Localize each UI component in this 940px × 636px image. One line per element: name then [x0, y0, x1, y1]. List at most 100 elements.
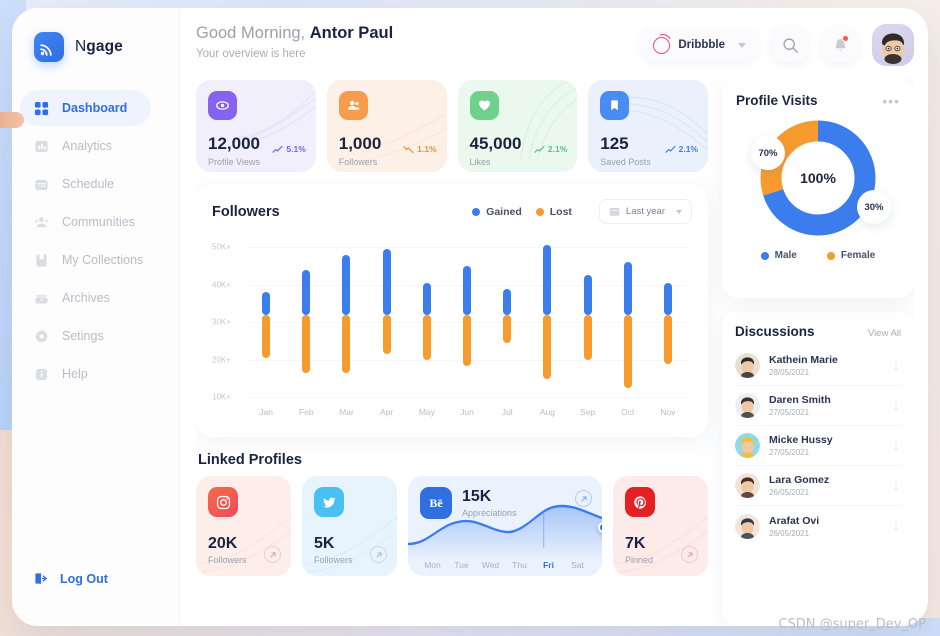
bar-group[interactable] [608, 236, 648, 405]
view-all-link[interactable]: View All [868, 328, 901, 339]
chart-header: Followers Gained Lost Last year [212, 199, 692, 224]
bar-group[interactable] [487, 236, 527, 405]
bar-lost [463, 314, 472, 366]
legend-dot [826, 251, 835, 260]
discussions-list: Kathein Marie 28/05/2021 ⋮ Daren Smith 27/05… [735, 346, 901, 546]
bar-group[interactable] [326, 236, 366, 405]
bookmark-icon-box [600, 91, 630, 120]
x-axis-tick: Mar [339, 407, 354, 417]
behance-day-label: Tue [454, 560, 469, 570]
stat-card-likes[interactable]: 45,000 Likes 2.1% [457, 80, 578, 172]
stat-cards: 12,000 Profile Views 5.1% 1,000 Follower… [196, 80, 708, 172]
more-options-button[interactable]: ⋮ [891, 400, 901, 411]
search-button[interactable] [772, 27, 808, 63]
more-options-button[interactable]: ••• [882, 94, 900, 108]
open-link-button[interactable] [681, 546, 698, 563]
bar-lost [543, 314, 552, 379]
bar-group[interactable] [246, 236, 286, 405]
sidebar-item-archives[interactable]: Archives [12, 280, 165, 316]
sidebar-item-dashboard[interactable]: Dashboard [20, 90, 151, 126]
legend-dot [535, 207, 544, 216]
sidebar-item-schedule[interactable]: Schedule [12, 166, 165, 202]
people-icon [34, 216, 49, 227]
profile-visits-legend: Male Female [736, 250, 900, 261]
date-range-select[interactable]: Last year [598, 199, 692, 224]
stat-card-followers[interactable]: 1,000 Followers 1.1% [326, 80, 447, 172]
open-link-button[interactable] [264, 546, 281, 563]
sidebar-item-label: Dashboard [62, 101, 128, 115]
linked-profile-instagram[interactable]: 20K Followers [196, 476, 291, 576]
list-item-text: Daren Smith 27/05/2021 [769, 394, 831, 417]
more-options-button[interactable]: ⋮ [891, 440, 901, 451]
discussion-name: Arafat Ovi [769, 514, 820, 527]
legend-item-gained: Gained [472, 206, 522, 218]
avatar [735, 513, 760, 539]
user-avatar[interactable] [872, 24, 914, 66]
behance-header: Bē 15K Appreciations [420, 487, 590, 519]
instagram-icon-box [208, 487, 238, 517]
notifications-button[interactable] [822, 27, 858, 63]
bar-lost [382, 314, 391, 355]
bar-gained [623, 262, 632, 315]
donut-chart: 100% 70% 30% [749, 114, 891, 242]
stat-change-value: 2.1% [547, 144, 568, 154]
linked-profile-twitter[interactable]: 5K Followers [302, 476, 397, 576]
sidebar-item-communities[interactable]: Communities [12, 204, 165, 240]
x-axis-tick: Oct [621, 407, 635, 417]
logout-button[interactable]: Log Out [12, 571, 179, 586]
brand-name: Ngage [75, 38, 123, 56]
sidebar-item-label: Setings [62, 329, 104, 343]
more-options-button[interactable]: ⋮ [891, 521, 901, 531]
avatar [735, 393, 760, 418]
list-item[interactable]: Kathein Marie 28/05/2021 ⋮ [735, 346, 901, 386]
linked-profiles-row: 20K Followers 5K Followers Bē 15K Apprec… [196, 476, 708, 576]
source-select-label: Dribbble [678, 39, 725, 51]
bar-gained [463, 266, 472, 315]
open-link-button[interactable] [370, 546, 387, 563]
bar-gained [382, 249, 391, 315]
list-item[interactable]: Micke Hussy 27/05/2021 ⋮ [735, 426, 901, 466]
sidebar-item-label: My Collections [62, 253, 144, 267]
bar-gained [262, 292, 271, 315]
topbar-actions: Dribbble [641, 24, 914, 66]
bar-group[interactable] [407, 236, 447, 405]
stat-change-value: 2.1% [678, 144, 698, 154]
bar-group[interactable] [527, 236, 567, 405]
stat-card-profile-views[interactable]: 12,000 Profile Views 5.1% [196, 80, 316, 172]
more-options-button[interactable]: ⋮ [891, 360, 901, 371]
legend-item-female: Female [826, 250, 875, 261]
trend-down-icon [403, 145, 414, 153]
sidebar-item-label: Help [62, 367, 88, 381]
y-axis-tick: 50K+ [212, 242, 231, 252]
linked-profile-pinterest[interactable]: 7K Pinned [613, 476, 708, 576]
sidebar-item-settings[interactable]: Setings [12, 318, 165, 354]
bar-group[interactable] [648, 236, 688, 405]
source-select-dribbble[interactable]: Dribbble [641, 29, 758, 61]
bar-group[interactable] [367, 236, 407, 405]
stat-change: 2.1% [665, 144, 698, 154]
brand[interactable]: Ngage [12, 26, 179, 62]
open-link-button[interactable] [575, 490, 592, 507]
list-item[interactable]: Lara Gomez 26/05/2021 ⋮ [735, 466, 901, 506]
list-item[interactable]: Daren Smith 27/05/2021 ⋮ [735, 386, 901, 426]
stat-card-saved-posts[interactable]: 125 Saved Posts 2.1% [588, 80, 708, 172]
linked-profile-behance[interactable]: Bē 15K Appreciations Mon Tue Wed Thu Fri… [408, 476, 602, 576]
bar-group[interactable] [447, 236, 487, 405]
app-window: Ngage Dashboard Analytics Schedule Commu… [12, 8, 928, 626]
bookmark-icon [36, 253, 47, 267]
list-item[interactable]: Arafat Ovi 26/05/2021 ⋮ [735, 506, 901, 546]
linked-profiles-section: Linked Profiles 20K Followers 5K Followe… [196, 450, 708, 576]
bar-group[interactable] [286, 236, 326, 405]
sidebar-item-help[interactable]: Help [12, 356, 165, 392]
greeting-block: Good Morning, Antor Paul Your overview i… [196, 24, 393, 60]
followers-chart-card: Followers Gained Lost Last year 50K+ 40K… [196, 185, 708, 437]
chart-legend: Gained Lost Last year [472, 199, 692, 224]
sidebar-item-label: Archives [62, 291, 110, 305]
discussion-date: 26/05/2021 [769, 488, 810, 497]
more-options-button[interactable]: ⋮ [891, 480, 901, 491]
content-columns: 12,000 Profile Views 5.1% 1,000 Follower… [196, 80, 914, 626]
sidebar-item-my-collections[interactable]: My Collections [12, 242, 165, 278]
sidebar-item-analytics[interactable]: Analytics [12, 128, 165, 164]
bar-group[interactable] [568, 236, 608, 405]
discussion-name: Micke Hussy [769, 434, 833, 446]
